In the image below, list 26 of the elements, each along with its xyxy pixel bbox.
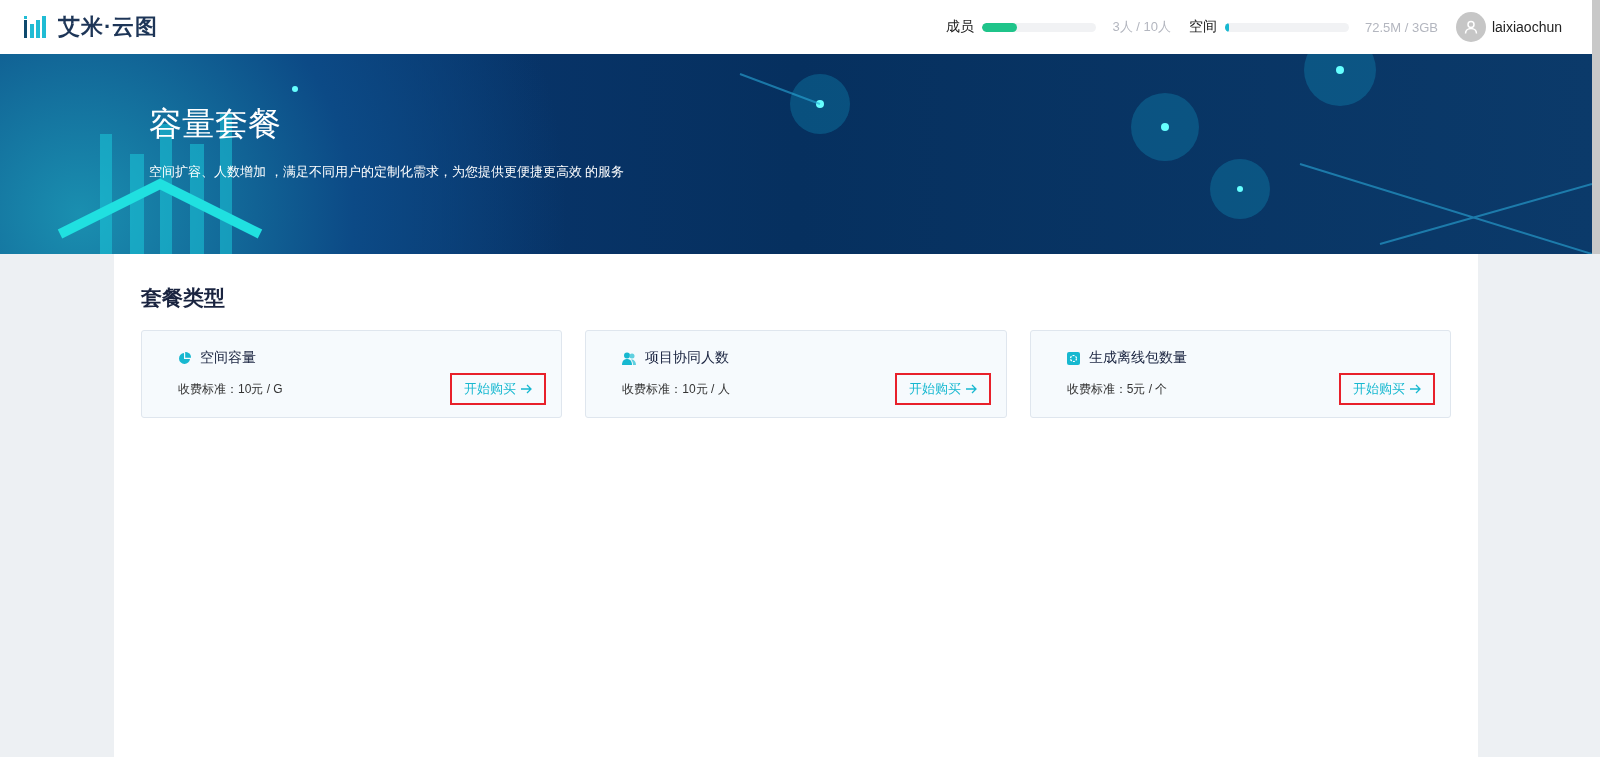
- buy-button[interactable]: 开始购买: [1339, 373, 1435, 405]
- section-title: 套餐类型: [141, 285, 226, 311]
- buy-button[interactable]: 开始购买: [894, 373, 991, 405]
- users-icon: [622, 351, 637, 365]
- arrow-right-icon: [521, 384, 533, 394]
- banner-subtitle: 空间扩容、人数增加 ，满足不同用户的定制化需求，为您提供更便捷更高效 的服务: [149, 163, 626, 181]
- logo-text: 艾米·云图: [58, 13, 159, 41]
- banner-title: 容量套餐: [149, 104, 282, 144]
- logo-icon: [24, 16, 48, 38]
- plan-name: 生成离线包数量: [1088, 349, 1187, 367]
- package-icon: [1066, 351, 1080, 365]
- plan-price: 收费标准：10元 / G: [178, 380, 283, 398]
- meter-label: 成员: [946, 18, 975, 36]
- arrow-right-icon: [965, 384, 977, 394]
- plan-name: 空间容量: [200, 349, 256, 367]
- user-name[interactable]: laixiaochun: [1491, 19, 1562, 35]
- arrow-right-icon: [1410, 384, 1421, 394]
- pie-chart-icon: [178, 351, 191, 365]
- avatar-icon[interactable]: [1455, 12, 1486, 42]
- meter-label: 空间: [1188, 18, 1217, 36]
- plan-price: 收费标准：5元 / 个: [1066, 380, 1168, 398]
- plan-price: 收费标准：10元 / 人: [622, 380, 730, 398]
- buy-button[interactable]: 开始购买: [450, 373, 547, 405]
- meter-reading: 3人 / 10人: [1112, 18, 1171, 36]
- plan-name: 项目协同人数: [645, 349, 730, 367]
- meter-reading: 72.5M / 3GB: [1364, 19, 1438, 35]
